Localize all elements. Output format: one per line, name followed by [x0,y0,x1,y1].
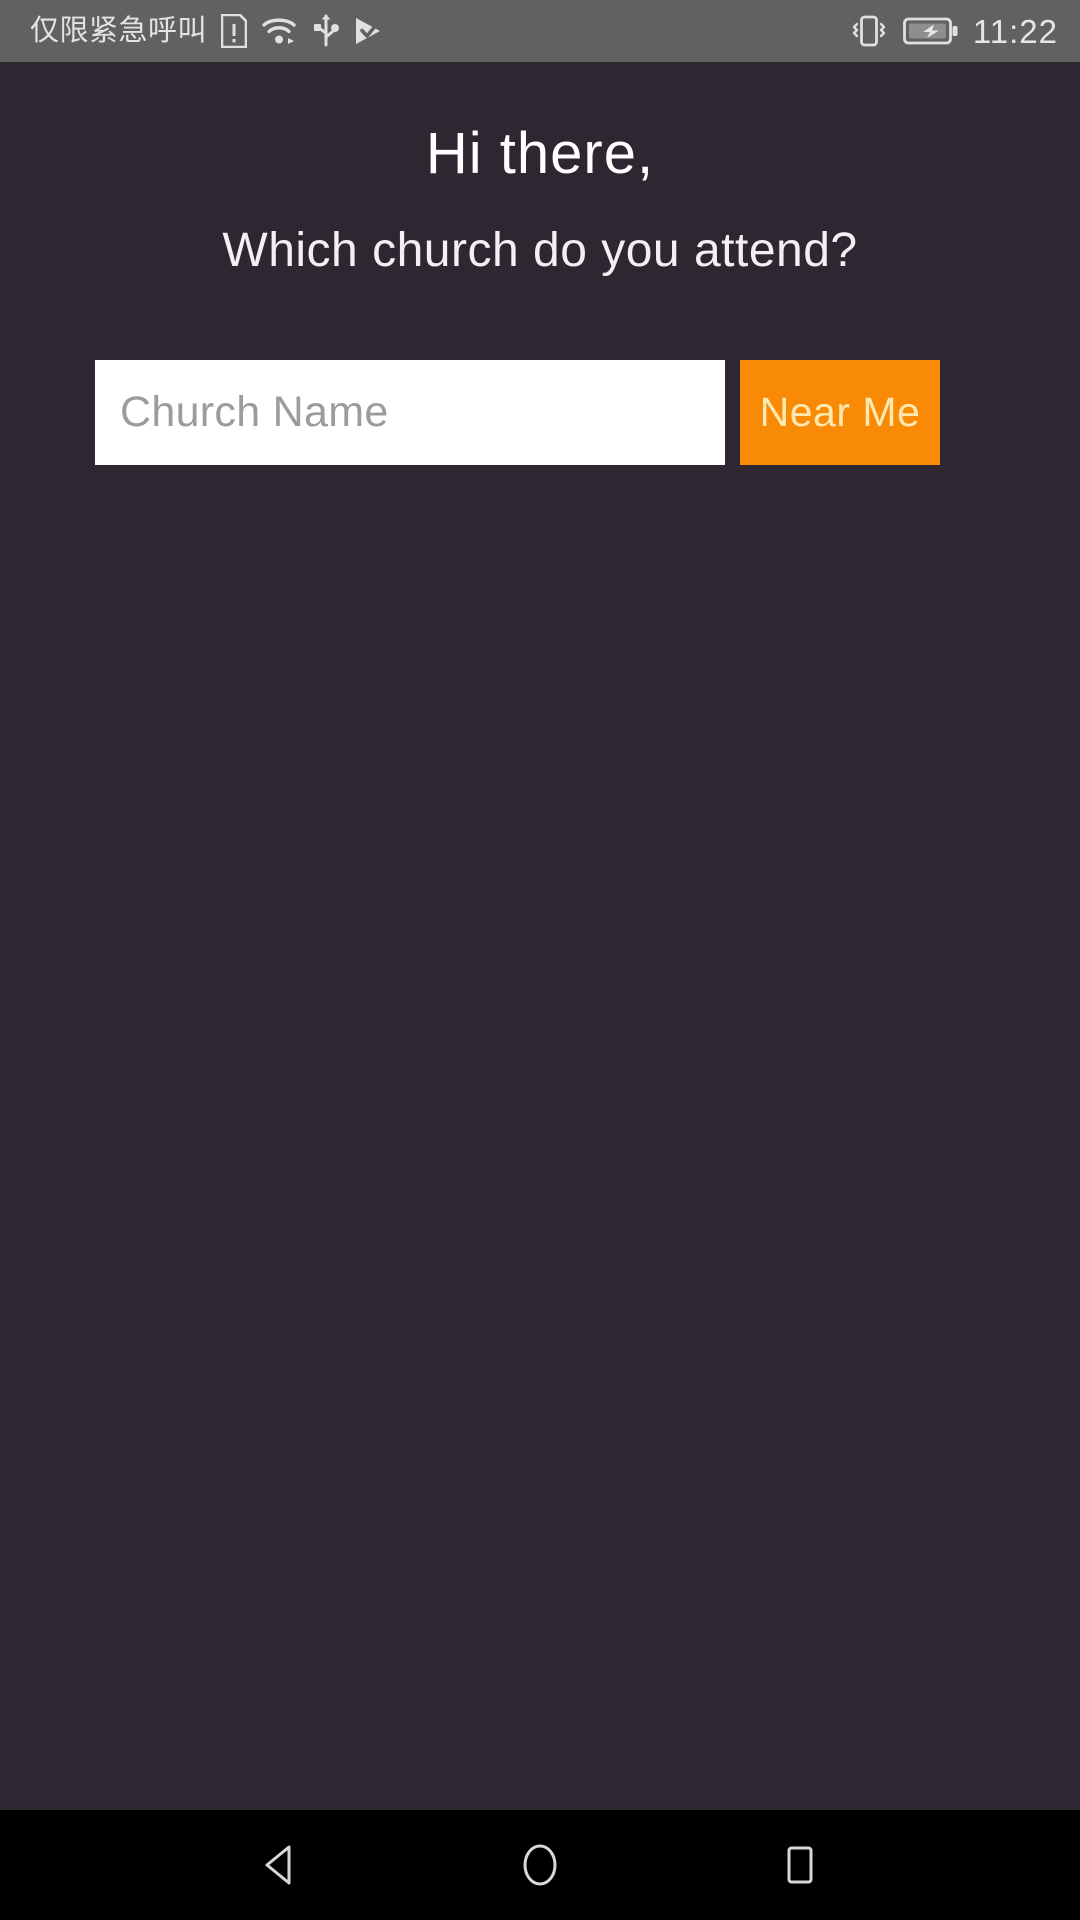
sim-card-alert-icon [221,14,248,48]
play-store-checkmark-icon [353,15,383,47]
usb-icon [313,13,340,49]
status-bar-left-group: 仅限紧急呼叫 [30,13,383,49]
vibrate-icon [849,14,889,48]
circle-icon [514,1839,566,1891]
square-icon [774,1839,826,1891]
android-navigation-bar [0,1810,1080,1920]
home-button[interactable] [485,1810,595,1920]
church-search-row: Near Me [95,360,985,465]
question-subheading: Which church do you attend? [222,224,858,277]
triangle-left-icon [254,1839,306,1891]
status-bar: 仅限紧急呼叫 11:22 [0,0,1080,62]
main-content: Hi there, Which church do you attend? Ne… [0,62,1080,1810]
wifi-icon [261,15,299,47]
phone-screen: 仅限紧急呼叫 11:22 Hi there, Which church do y… [0,0,1080,1920]
recents-button[interactable] [745,1810,855,1920]
status-bar-right-group: 11:22 [849,14,1058,48]
back-button[interactable] [225,1810,335,1920]
church-name-input[interactable] [95,360,725,465]
carrier-status-text: 仅限紧急呼叫 [30,14,208,47]
status-bar-clock: 11:22 [972,12,1058,50]
greeting-heading: Hi there, [425,121,655,186]
battery-charging-icon [902,16,959,46]
near-me-button[interactable]: Near Me [740,360,940,465]
